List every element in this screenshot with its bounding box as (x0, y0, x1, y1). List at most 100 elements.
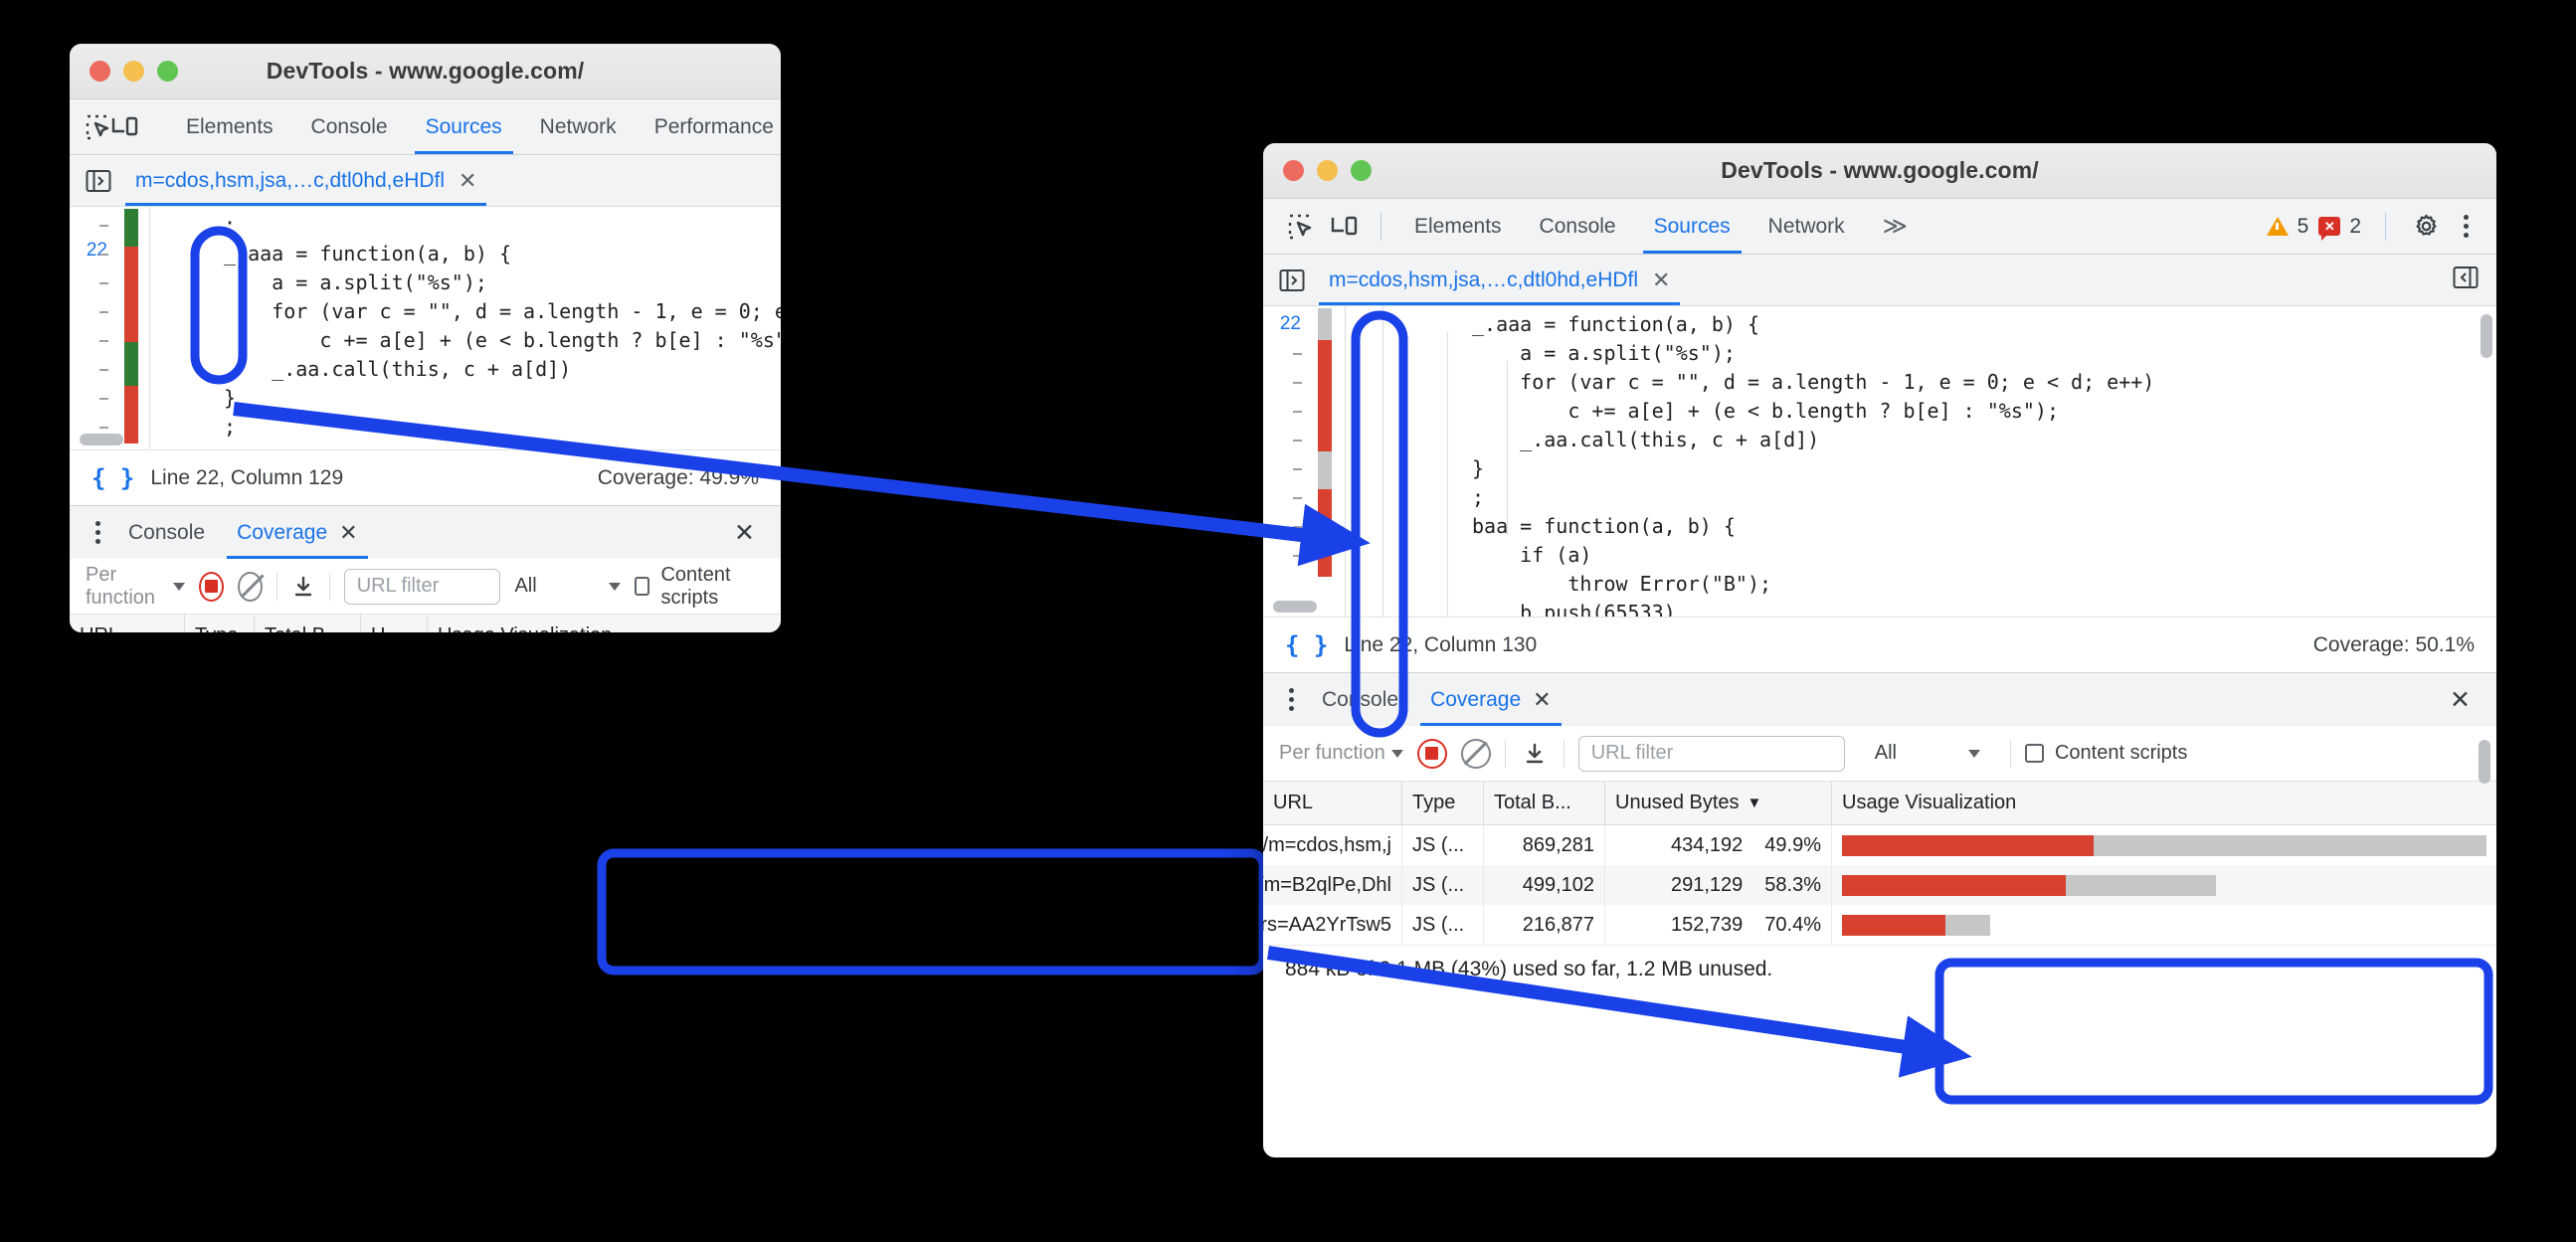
table-row[interactable]: /m=B2qlPe,Dhl JS (... 499,102 291,129 58… (1263, 865, 2496, 905)
coverage-type-select[interactable]: All (1875, 742, 1980, 765)
show-navigator-icon[interactable] (1275, 266, 1309, 295)
column-unused-bytes[interactable]: Unused Bytes ▼ (1605, 782, 1832, 824)
tab-sources[interactable]: Sources (407, 99, 521, 154)
table-row[interactable]: /rs=AA2YrTsw5 JS (... 216,877 152,739 70… (1263, 905, 2496, 945)
devtools-window-back[interactable]: DevTools - www.google.com/ Elements Cons… (70, 44, 781, 632)
front-coverage-toolbar[interactable]: Per function URL filter All Content scri… (1263, 726, 2496, 782)
drawer-tab-coverage[interactable]: Coverage ✕ (1414, 673, 1567, 726)
front-panel-tabs[interactable]: Elements Console Sources Network ≫ (1395, 199, 1927, 254)
record-stop-icon[interactable] (199, 571, 225, 602)
back-coverage-table-header[interactable]: URL Type Total B... U... Usage Visualiza… (70, 615, 781, 632)
back-titlebar[interactable]: DevTools - www.google.com/ (70, 44, 781, 99)
drawer-kebab-menu-icon[interactable] (1277, 688, 1306, 711)
format-braces-icon[interactable]: { } (1285, 631, 1328, 659)
coverage-mode-select[interactable]: Per function (86, 564, 186, 610)
column-total-bytes[interactable]: Total B... (1484, 782, 1605, 824)
column-usage-visualization[interactable]: Usage Visualization (428, 615, 781, 632)
devtools-window-front[interactable]: DevTools - www.google.com/ Elements Cons… (1263, 143, 2496, 1157)
checkbox-icon[interactable] (634, 577, 650, 596)
close-window-button[interactable] (1283, 160, 1304, 181)
inspect-element-icon[interactable] (1279, 207, 1323, 247)
drawer-close-icon[interactable]: ✕ (2450, 685, 2483, 715)
front-vertical-scrollbar[interactable] (2481, 314, 2492, 358)
tab-performance[interactable]: Performance (636, 99, 781, 154)
table-row[interactable]: /m=cdos,hsm,j JS (... 869,281 434,192 49… (1263, 825, 2496, 865)
format-braces-icon[interactable]: { } (92, 464, 134, 492)
search-input[interactable]: URL filter (343, 568, 501, 605)
back-panel-tabs[interactable]: Elements Console Sources Network Perform… (167, 99, 781, 154)
record-stop-icon[interactable] (1416, 738, 1447, 769)
error-badge[interactable]: ✕ 2 (2318, 215, 2361, 241)
gear-icon[interactable] (2404, 207, 2448, 247)
back-code-editor[interactable]: 22 ; _.aaa = function(a, b) { a = a.spli… (70, 207, 781, 449)
drawer-tab-console[interactable]: Console (1306, 673, 1414, 726)
maximize-window-button[interactable] (157, 61, 178, 82)
front-source-tabbar[interactable]: m=cdos,hsm,jsa,…c,dtl0hd,eHDfl ✕ (1263, 255, 2496, 306)
close-icon[interactable]: ✕ (459, 169, 476, 192)
column-unused-bytes[interactable]: U... (361, 615, 428, 632)
kebab-menu-icon[interactable] (2452, 215, 2481, 238)
back-source-tabbar[interactable]: m=cdos,hsm,jsa,…c,dtl0hd,eHDfl ✕ (70, 155, 781, 207)
tab-network[interactable]: Network (521, 99, 636, 154)
front-titlebar[interactable]: DevTools - www.google.com/ (1263, 143, 2496, 199)
drawer-kebab-menu-icon[interactable] (84, 521, 112, 544)
source-file-tab[interactable]: m=cdos,hsm,jsa,…c,dtl0hd,eHDfl ✕ (1319, 255, 1681, 305)
device-toolbar-icon[interactable] (111, 107, 139, 147)
column-url[interactable]: URL (1263, 782, 1402, 824)
column-type[interactable]: Type (1402, 782, 1484, 824)
tab-console[interactable]: Console (292, 99, 407, 154)
column-total-bytes[interactable]: Total B... (255, 615, 361, 632)
back-traffic-lights[interactable] (70, 61, 178, 82)
inspect-element-icon[interactable] (86, 107, 111, 147)
back-devtools-tabbar[interactable]: Elements Console Sources Network Perform… (70, 99, 781, 155)
tab-sources[interactable]: Sources (1635, 199, 1749, 254)
drawer-tab-console[interactable]: Console (112, 506, 221, 559)
more-tabs-icon[interactable]: ≫ (1864, 199, 1927, 254)
front-drawer-tabbar[interactable]: Console Coverage ✕ ✕ (1263, 672, 2496, 726)
search-input[interactable]: URL filter (1577, 735, 1845, 772)
column-type[interactable]: Type (185, 615, 255, 632)
show-drawer-icon[interactable] (2453, 266, 2484, 294)
column-usage-visualization[interactable]: Usage Visualization (1832, 782, 2496, 824)
back-coverage-table[interactable]: URL Type Total B... U... Usage Visualiza… (70, 615, 781, 632)
source-file-tab[interactable]: m=cdos,hsm,jsa,…c,dtl0hd,eHDfl ✕ (125, 155, 487, 206)
front-code-editor[interactable]: 22 _.aaa = function(a, b) { a = a.split(… (1263, 306, 2496, 617)
close-icon[interactable]: ✕ (1652, 268, 1670, 291)
close-icon[interactable]: ✕ (339, 520, 357, 546)
front-coverage-table[interactable]: URL Type Total B... Unused Bytes ▼ Usage… (1263, 740, 2496, 945)
front-horizontal-scrollbar[interactable] (1273, 601, 1317, 613)
drawer-close-icon[interactable]: ✕ (734, 518, 767, 548)
show-navigator-icon[interactable] (82, 166, 115, 196)
coverage-type-select[interactable]: All (514, 575, 621, 598)
clear-icon[interactable] (1460, 738, 1491, 769)
content-scripts-checkbox[interactable]: Content scripts (634, 564, 765, 610)
checkbox-icon[interactable] (2024, 744, 2044, 763)
content-scripts-checkbox[interactable]: Content scripts (2024, 742, 2187, 765)
clear-icon[interactable] (238, 571, 263, 602)
front-table-scrollbar[interactable] (2479, 740, 2490, 784)
warning-badge[interactable]: 5 (2266, 215, 2308, 239)
back-drawer-tabbar[interactable]: Console Coverage ✕ ✕ (70, 505, 781, 559)
tab-elements[interactable]: Elements (167, 99, 292, 154)
maximize-window-button[interactable] (1351, 160, 1372, 181)
front-coverage-table-header[interactable]: URL Type Total B... Unused Bytes ▼ Usage… (1263, 782, 2496, 825)
column-url[interactable]: URL (70, 615, 185, 632)
download-icon[interactable] (291, 572, 315, 602)
drawer-tab-coverage[interactable]: Coverage ✕ (221, 506, 374, 559)
front-traffic-lights[interactable] (1263, 160, 1372, 181)
tab-console[interactable]: Console (1521, 199, 1635, 254)
tab-elements[interactable]: Elements (1395, 199, 1521, 254)
front-code-text: _.aaa = function(a, b) { a = a.split("%s… (1472, 312, 2155, 617)
close-icon[interactable]: ✕ (1533, 687, 1551, 713)
back-horizontal-scrollbar[interactable] (80, 434, 123, 445)
back-coverage-toolbar[interactable]: Per function URL filter All Content scri… (70, 559, 781, 615)
device-toolbar-icon[interactable] (1323, 207, 1367, 247)
front-devtools-tabbar[interactable]: Elements Console Sources Network ≫ 5 ✕ 2 (1263, 199, 2496, 255)
front-toolbar-right[interactable]: 5 ✕ 2 (2266, 207, 2496, 247)
tab-network[interactable]: Network (1749, 199, 1864, 254)
minimize-window-button[interactable] (1317, 160, 1338, 181)
minimize-window-button[interactable] (123, 61, 144, 82)
download-icon[interactable] (1520, 739, 1550, 769)
coverage-mode-select[interactable]: Per function (1279, 742, 1403, 765)
close-window-button[interactable] (90, 61, 110, 82)
